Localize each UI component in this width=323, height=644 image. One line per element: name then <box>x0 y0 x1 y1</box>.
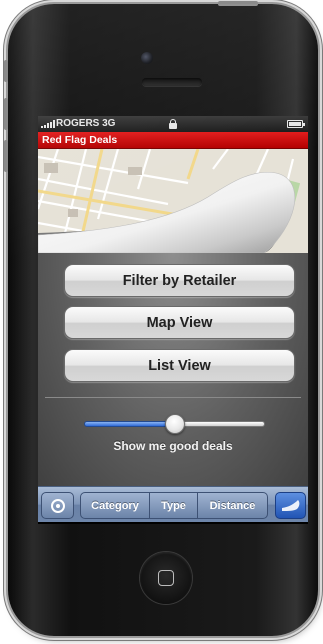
locate-button[interactable] <box>41 492 74 519</box>
status-bar: ROGERS 3G <box>38 116 308 132</box>
page-curl-button[interactable] <box>275 492 306 519</box>
slider-track-filled <box>84 421 175 427</box>
slider-label: Show me good deals <box>113 439 233 453</box>
home-square-icon <box>158 570 174 586</box>
lock-icon <box>169 119 177 129</box>
category-segment[interactable]: Category <box>80 492 150 519</box>
sleep-button <box>218 1 258 6</box>
front-camera <box>141 52 153 64</box>
filter-by-retailer-button[interactable]: Filter by Retailer <box>64 264 295 297</box>
app-title: Red Flag Deals <box>42 134 118 146</box>
map-preview[interactable] <box>38 149 308 253</box>
battery-icon <box>287 120 305 128</box>
signal-bars-icon <box>41 120 55 128</box>
list-view-button[interactable]: List View <box>64 349 295 382</box>
slider-thumb[interactable] <box>164 414 185 434</box>
divider <box>45 397 301 398</box>
app-title-bar: Red Flag Deals <box>38 132 308 149</box>
volume-down-button <box>4 140 8 172</box>
map-illustration <box>38 149 308 253</box>
map-view-button[interactable]: Map View <box>64 306 295 339</box>
main-content: Filter by Retailer Map View List View Sh… <box>38 253 308 491</box>
page-curl-icon <box>281 500 299 511</box>
mute-switch <box>4 60 8 82</box>
slider-track-empty <box>174 421 265 427</box>
bottom-toolbar: Category Type Distance <box>38 486 308 522</box>
volume-up-button <box>4 98 8 130</box>
phone-screen: ROGERS 3G Red Flag Deals Filter by Retai… <box>38 116 308 524</box>
good-deals-slider[interactable] <box>84 414 265 434</box>
carrier-name: ROGERS 3G <box>56 118 116 129</box>
home-button[interactable] <box>140 552 192 604</box>
distance-segment[interactable]: Distance <box>198 492 268 519</box>
crosshair-locate-icon <box>50 498 65 513</box>
type-segment[interactable]: Type <box>150 492 198 519</box>
earpiece-speaker <box>142 78 202 86</box>
